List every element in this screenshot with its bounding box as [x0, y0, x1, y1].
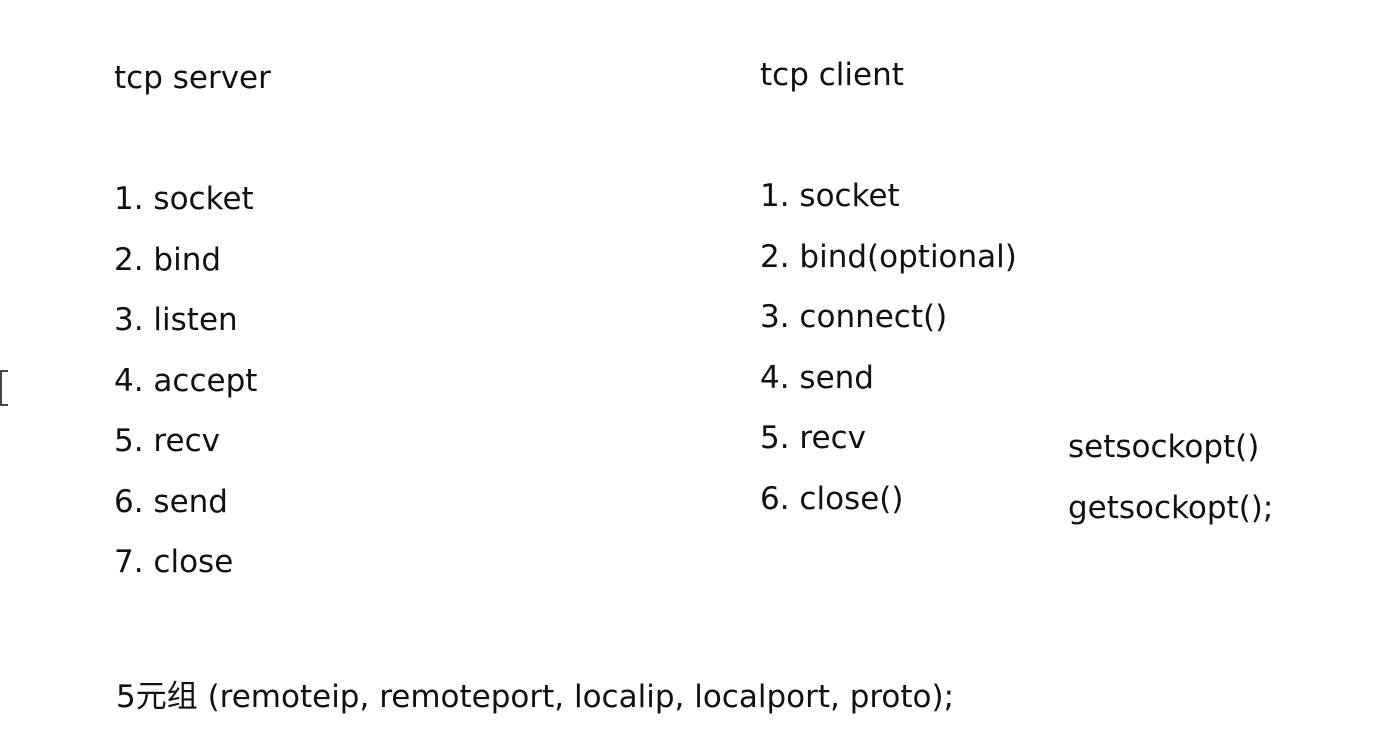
server-step: 7. close [114, 544, 234, 580]
client-step: 4. send [760, 360, 874, 396]
server-step: 3. listen [114, 302, 238, 338]
server-step: 1. socket [114, 181, 254, 217]
client-title: tcp client [760, 57, 904, 93]
client-step: 2. bind(optional) [760, 239, 1017, 275]
text-cursor-bracket [0, 370, 8, 406]
client-step: 6. close() [760, 481, 904, 517]
five-tuple-note: 5元组 (remoteip, remoteport, localip, loca… [116, 679, 955, 715]
server-step: 5. recv [114, 423, 220, 459]
client-step: 1. socket [760, 178, 900, 214]
server-step: 6. send [114, 484, 228, 520]
server-step: 4. accept [114, 363, 258, 399]
client-step: 5. recv [760, 420, 866, 456]
getsockopt-label: getsockopt(); [1068, 490, 1274, 526]
setsockopt-label: setsockopt() [1068, 429, 1260, 465]
client-step: 3. connect() [760, 299, 948, 335]
server-title: tcp server [114, 60, 271, 96]
server-step: 2. bind [114, 242, 222, 278]
